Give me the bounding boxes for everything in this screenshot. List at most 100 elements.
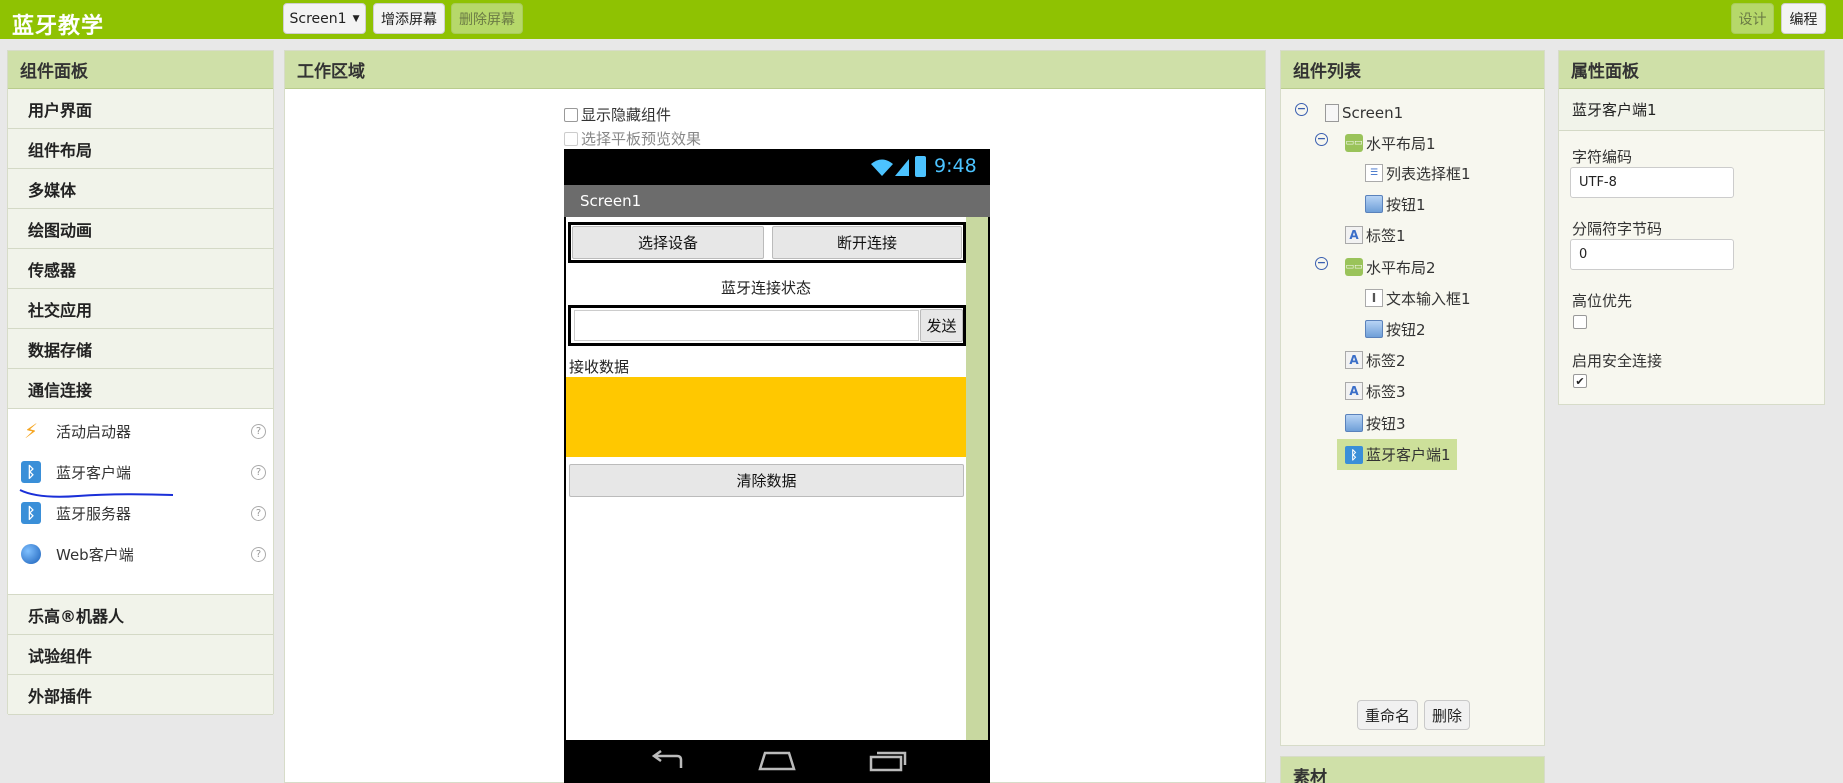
help-icon[interactable]: ? — [251, 464, 266, 480]
tree-item-button1[interactable]: 按钮1 — [1365, 191, 1426, 217]
palette-panel: 组件面板 用户界面 组件布局 多媒体 绘图动画 传感器 社交应用 数据存储 通信… — [7, 50, 274, 715]
activity-starter-icon: ⚡ — [23, 419, 39, 443]
bluetooth-icon: ᛒ — [20, 461, 42, 483]
help-icon[interactable]: ? — [251, 423, 266, 439]
chevron-down-icon: ▼ — [352, 13, 360, 24]
secure-checkbox[interactable]: ✔ — [1573, 374, 1587, 388]
show-hidden-label: 显示隐藏组件 — [581, 106, 672, 124]
help-icon[interactable]: ? — [251, 546, 266, 562]
label-icon: A — [1345, 351, 1363, 369]
highbyte-checkbox[interactable] — [1573, 315, 1587, 329]
charset-input[interactable]: UTF-8 — [1570, 167, 1734, 198]
collapse-icon[interactable]: − — [1315, 257, 1328, 270]
received-data-label[interactable] — [566, 377, 966, 457]
wifi-icon — [871, 159, 893, 176]
tree-item-textbox1[interactable]: I 文本输入框1 — [1365, 285, 1471, 311]
tree-item-label: 水平布局1 — [1366, 134, 1436, 153]
phone-screen-canvas: 选择设备 断开连接 蓝牙连接状态 发送 接收数据 清除数据 — [566, 217, 988, 740]
screen-select-dropdown[interactable]: Screen1 ▼ — [283, 3, 366, 34]
phone-scrollbar — [966, 217, 988, 740]
message-textbox[interactable] — [574, 310, 919, 341]
delete-button[interactable]: 删除 — [1424, 700, 1470, 730]
palette-category[interactable]: 组件布局 — [8, 129, 273, 169]
palette-category[interactable]: 乐高®机器人 — [8, 595, 273, 635]
palette-item-label: Web客户端 — [56, 545, 134, 564]
tree-item-button3[interactable]: 按钮3 — [1345, 410, 1406, 436]
tree-item-label: 标签3 — [1366, 382, 1406, 401]
button-icon — [1365, 320, 1383, 338]
select-device-button[interactable]: 选择设备 — [572, 226, 764, 259]
delimiter-label: 分隔符字节码 — [1572, 220, 1663, 238]
palette-category[interactable]: 社交应用 — [8, 289, 273, 329]
tree-item-label3[interactable]: A 标签3 — [1345, 378, 1406, 404]
workarea-title: 工作区域 — [285, 51, 1265, 89]
horizontal-arrangement-2[interactable]: 发送 — [568, 305, 966, 346]
bluetooth-icon: ᛒ — [1345, 445, 1363, 464]
tree-item-hbox2[interactable]: ▭▭ 水平布局2 — [1345, 254, 1436, 280]
rename-button[interactable]: 重命名 — [1357, 700, 1418, 730]
tree-item-listpicker1[interactable]: ☰ 列表选择框1 — [1365, 160, 1471, 186]
palette-category[interactable]: 多媒体 — [8, 169, 273, 209]
tablet-preview-checkbox[interactable] — [564, 131, 578, 146]
button-icon — [1345, 414, 1363, 432]
add-screen-button[interactable]: 增添屏幕 — [373, 3, 445, 34]
screen-select-label: Screen1 — [289, 10, 347, 27]
horizontal-arrangement-1[interactable]: 选择设备 断开连接 — [568, 222, 966, 263]
connection-status-label[interactable]: 蓝牙连接状态 — [566, 277, 966, 298]
tree-item-label: 按钮2 — [1386, 320, 1426, 339]
properties-title: 属性面板 — [1559, 51, 1824, 89]
show-hidden-checkbox[interactable] — [564, 107, 578, 122]
media-title: 素材 — [1281, 757, 1544, 783]
palette-item-label: 蓝牙服务器 — [56, 504, 132, 523]
tree-item-screen1[interactable]: Screen1 — [1325, 100, 1403, 126]
palette-item-label: 蓝牙客户端 — [56, 463, 132, 482]
palette-item-label: 活动启动器 — [56, 422, 132, 441]
help-icon[interactable]: ? — [251, 505, 266, 521]
phone-status-bar: 9:48 — [564, 149, 990, 185]
disconnect-button[interactable]: 断开连接 — [772, 226, 962, 259]
phone-preview: 9:48 Screen1 选择设备 断开连接 蓝牙连接状态 发送 接收数据 清除… — [564, 149, 990, 783]
app-title: 蓝牙教学 — [12, 14, 105, 39]
globe-icon — [20, 543, 42, 565]
receive-data-label[interactable]: 接收数据 — [569, 356, 629, 377]
recent-apps-icon — [869, 751, 907, 772]
tree-item-hbox1[interactable]: ▭▭ 水平布局1 — [1345, 130, 1436, 156]
remove-screen-button[interactable]: 删除屏幕 — [451, 3, 523, 34]
show-hidden-checkbox-row[interactable]: 显示隐藏组件 — [564, 104, 671, 125]
handwritten-underline-annotation — [19, 489, 174, 498]
palette-category[interactable]: 用户界面 — [8, 89, 273, 129]
palette-item-activity-starter[interactable]: ⚡ 活动启动器 ? — [8, 413, 273, 449]
charset-label: 字符编码 — [1572, 148, 1633, 166]
design-button[interactable]: 设计 — [1731, 3, 1774, 34]
clear-data-button[interactable]: 清除数据 — [569, 464, 964, 497]
collapse-icon[interactable]: − — [1295, 103, 1308, 116]
palette-category[interactable]: 数据存储 — [8, 329, 273, 369]
collapse-icon[interactable]: − — [1315, 133, 1328, 146]
tree-item-button2[interactable]: 按钮2 — [1365, 316, 1426, 342]
label-icon: A — [1345, 226, 1363, 244]
delimiter-input[interactable]: 0 — [1570, 239, 1734, 270]
palette-category[interactable]: 外部插件 — [8, 675, 273, 715]
media-panel: 素材 — [1280, 756, 1545, 783]
palette-title: 组件面板 — [8, 51, 273, 89]
palette-item-bluetooth-client[interactable]: ᛒ 蓝牙客户端 ? — [8, 454, 273, 490]
layout-icon: ▭▭ — [1345, 258, 1363, 276]
tree-item-bluetooth-client1[interactable]: ᛒ 蓝牙客户端1 — [1337, 439, 1457, 470]
top-bar: 蓝牙教学 Screen1 ▼ 增添屏幕 删除屏幕 设计 编程 — [0, 0, 1843, 39]
blocks-button[interactable]: 编程 — [1781, 3, 1826, 34]
palette-category[interactable]: 试验组件 — [8, 635, 273, 675]
tree-item-label1[interactable]: A 标签1 — [1345, 222, 1406, 248]
palette-category[interactable]: 绘图动画 — [8, 209, 273, 249]
tablet-preview-checkbox-row[interactable]: 选择平板预览效果 — [564, 128, 701, 149]
palette-category[interactable]: 传感器 — [8, 249, 273, 289]
tree-item-label: 标签2 — [1366, 351, 1406, 370]
bluetooth-icon: ᛒ — [20, 502, 42, 524]
palette-category-connectivity[interactable]: 通信连接 — [8, 369, 273, 409]
send-button[interactable]: 发送 — [920, 309, 963, 342]
tree-item-label: 蓝牙客户端1 — [1366, 446, 1451, 464]
tree-item-label: 按钮3 — [1366, 414, 1406, 433]
tree-item-label: 水平布局2 — [1366, 258, 1436, 277]
properties-panel: 属性面板 蓝牙客户端1 字符编码 UTF-8 分隔符字节码 0 高位优先 启用安… — [1558, 50, 1825, 405]
palette-item-web-client[interactable]: Web客户端 ? — [8, 536, 273, 572]
tree-item-label2[interactable]: A 标签2 — [1345, 347, 1406, 373]
